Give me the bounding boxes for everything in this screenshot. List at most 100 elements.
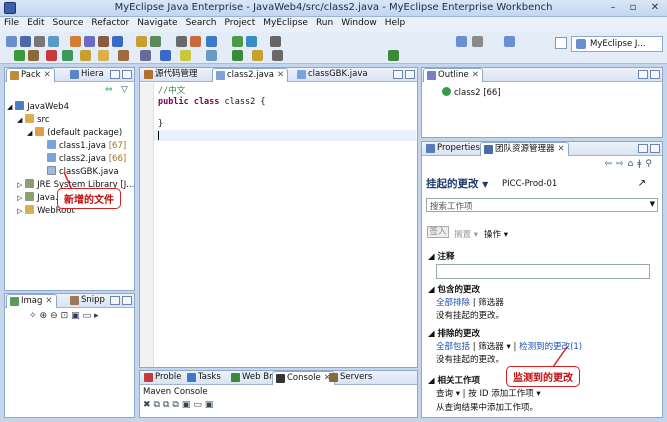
close-tab-icon[interactable]: ✕ [472, 70, 479, 80]
maximize-view-icon[interactable] [405, 70, 415, 79]
window-icon[interactable] [472, 36, 483, 47]
minimize-view-icon[interactable] [110, 296, 120, 305]
excluded-changes-header[interactable]: ◢ 排除的更改 [428, 327, 480, 339]
filter-button[interactable]: 筛选器 [478, 342, 504, 352]
menu-myeclipse[interactable]: MyEclipse [259, 17, 312, 29]
save-icon[interactable] [20, 36, 31, 47]
search-icon[interactable] [206, 36, 217, 47]
exclude-all-link[interactable]: 全部排除 [436, 298, 470, 308]
maximize-view-icon[interactable] [650, 70, 660, 79]
checkin-button[interactable]: 签入 [427, 226, 449, 238]
cube-icon[interactable] [112, 36, 123, 47]
notes-input[interactable] [436, 264, 650, 279]
annotation-icon[interactable] [140, 50, 151, 61]
tab-team-explorer[interactable]: 团队资源管理器 ✕ [480, 142, 569, 156]
external-icon[interactable] [46, 50, 57, 61]
close-tab-icon[interactable]: ✕ [558, 144, 565, 154]
minimize-view-icon[interactable] [638, 70, 648, 79]
palette-icon[interactable] [190, 36, 201, 47]
menu-window[interactable]: Window [337, 17, 381, 29]
server-icon[interactable] [98, 36, 109, 47]
db-icon[interactable] [150, 36, 161, 47]
close-tab-icon[interactable]: ✕ [44, 70, 51, 80]
menu-help[interactable]: Help [381, 17, 410, 29]
tab-snippets[interactable]: Snipp [67, 294, 108, 308]
tab-outline[interactable]: Outline ✕ [423, 68, 483, 82]
actions-button[interactable]: 操作 ▾ [484, 228, 508, 240]
tab-properties[interactable]: Properties [423, 142, 483, 156]
open-perspective-icon[interactable] [555, 37, 567, 49]
console-toolbar[interactable]: ✖⧉⧉⧉▣▭▣ [143, 400, 216, 410]
highlight-icon[interactable] [206, 50, 217, 61]
minimize-button[interactable]: – [603, 2, 623, 15]
tree-item-project[interactable]: ◢ JavaWeb4 [7, 101, 69, 113]
layout-icon[interactable] [456, 36, 467, 47]
tree-item-class1[interactable]: class1.java [67] [47, 140, 126, 152]
new-icon[interactable] [6, 36, 17, 47]
include-all-link[interactable]: 全部包括 [436, 342, 470, 352]
tree-item-class2[interactable]: class2.java [66] [47, 153, 126, 165]
tab-package-explorer[interactable]: Pack ✕ [6, 68, 55, 82]
filter-label[interactable]: 筛选器 [478, 298, 504, 308]
tile-icon[interactable] [504, 36, 515, 47]
team-explorer-toolbar[interactable]: ⇦⇨⌂ǂ⚲ [604, 159, 656, 169]
shelve-button[interactable]: 搁置 ▾ [454, 228, 478, 240]
tab-class2-java[interactable]: class2.java ✕ [212, 68, 289, 82]
view-menu-icon[interactable]: ▽ [121, 85, 128, 95]
nav-icon[interactable] [272, 50, 283, 61]
pending-changes-heading[interactable]: 挂起的更改 ▼ [426, 176, 488, 191]
menu-search[interactable]: Search [182, 17, 221, 29]
related-work-items-header[interactable]: ◢ 相关工作项 [428, 374, 480, 386]
forward2-icon[interactable] [388, 50, 399, 61]
menu-refactor[interactable]: Refactor [87, 17, 133, 29]
tree-item-default-package[interactable]: ◢ (default package) [27, 127, 122, 139]
forward-icon[interactable] [252, 50, 263, 61]
close-tab-icon[interactable]: ✕ [45, 296, 52, 306]
gear-icon[interactable] [176, 36, 187, 47]
minimize-view-icon[interactable] [110, 70, 120, 79]
image-zoom-toolbar[interactable]: ✧⊕⊖⊡▣▭▸ [29, 311, 102, 321]
query-button[interactable]: 查询 [436, 389, 453, 399]
minimize-view-icon[interactable] [638, 144, 648, 153]
tab-tasks[interactable]: Tasks [184, 371, 224, 385]
add-by-id-link[interactable]: 按 ID 添加工作项 [468, 389, 533, 399]
pin-icon[interactable]: ↗ [638, 178, 646, 189]
print-icon[interactable] [34, 36, 45, 47]
outline-item-class2[interactable]: class2 [66] [442, 87, 501, 99]
search-work-items-input[interactable]: 搜索工作项 ▼ [426, 198, 658, 212]
tree-item-src[interactable]: ◢ src [17, 114, 50, 126]
globe-icon[interactable] [232, 36, 243, 47]
included-changes-header[interactable]: ◢ 包含的更改 [428, 283, 480, 295]
menu-run[interactable]: Run [312, 17, 337, 29]
build-icon[interactable] [70, 36, 81, 47]
debug-icon[interactable] [28, 50, 39, 61]
close-tab-icon[interactable]: ✕ [277, 70, 284, 80]
menu-file[interactable]: File [0, 17, 23, 29]
web-icon[interactable] [246, 36, 257, 47]
close-button[interactable]: ✕ [645, 2, 665, 15]
open-type-icon[interactable] [80, 50, 91, 61]
tab-servers[interactable]: Servers [326, 371, 375, 385]
menu-navigate[interactable]: Navigate [133, 17, 181, 29]
java-icon[interactable] [136, 36, 147, 47]
minimize-view-icon[interactable] [393, 70, 403, 79]
run-icon[interactable] [14, 50, 25, 61]
tab-classgbk-java[interactable]: classGBK.java [294, 68, 371, 82]
maximize-button[interactable]: ▫ [623, 2, 643, 15]
mail-icon[interactable] [48, 36, 59, 47]
maximize-view-icon[interactable] [122, 70, 132, 79]
maximize-view-icon[interactable] [650, 144, 660, 153]
mark-icon[interactable] [180, 50, 191, 61]
notes-section-header[interactable]: ◢ 注释 [428, 250, 455, 262]
maximize-view-icon[interactable] [122, 296, 132, 305]
folder-icon[interactable] [98, 50, 109, 61]
deploy-icon[interactable] [84, 36, 95, 47]
zoom-icon[interactable] [270, 36, 281, 47]
collapse-all-icon[interactable]: ⇔ [105, 85, 113, 95]
tab-hierarchy[interactable]: Hiera [67, 68, 107, 82]
menu-edit[interactable]: Edit [23, 17, 48, 29]
menu-source[interactable]: Source [49, 17, 88, 29]
back-icon[interactable] [232, 50, 243, 61]
tab-web-br[interactable]: Web Br [228, 371, 276, 385]
perspective-switcher[interactable]: MyEclipse J... [571, 36, 663, 52]
